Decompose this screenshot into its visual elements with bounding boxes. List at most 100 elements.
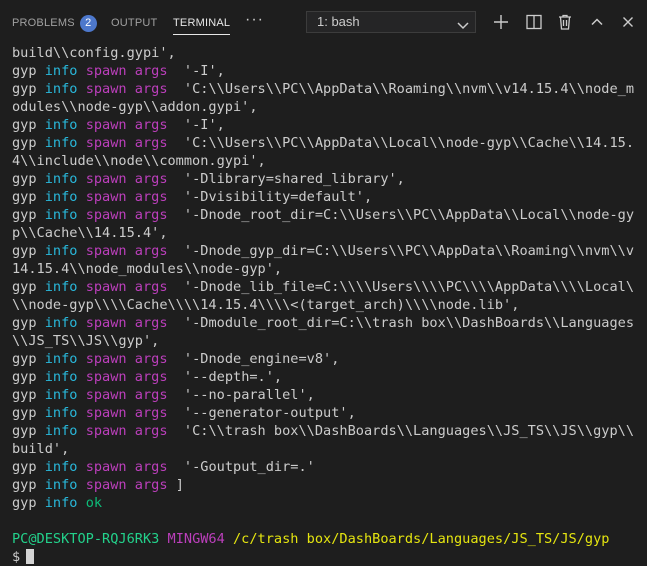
terminal-input-line[interactable]: $ xyxy=(12,548,642,566)
terminal-line: p\\Cache\\14.15.4', xyxy=(12,224,642,242)
split-terminal-button[interactable] xyxy=(525,13,543,31)
terminal-line: gyp info spawn args '-Dnode_lib_file=C:\… xyxy=(12,278,642,296)
trash-icon xyxy=(559,14,571,30)
more-actions-button[interactable]: ··· xyxy=(245,11,264,29)
gyp-token: gyp xyxy=(12,351,37,367)
gyp-token: gyp xyxy=(12,387,37,403)
spawn-arg-value: 'C:\\trash box\\DashBoards\\Languages\\J… xyxy=(167,423,635,439)
terminal-select-value: 1: bash xyxy=(317,14,360,29)
info-token: info xyxy=(44,207,78,223)
spawn-arg-value: '-Dlibrary=shared_library', xyxy=(167,171,405,187)
spawn-arg-value: '-Dnode_root_dir=C:\\Users\\PC\\AppData\… xyxy=(167,207,635,223)
spawn-arg-value: '-Dnode_gyp_dir=C:\\Users\\PC\\AppData\\… xyxy=(167,243,635,259)
info-token: info xyxy=(44,459,78,475)
terminal-line: gyp info spawn args '-Dnode_gyp_dir=C:\\… xyxy=(12,242,642,260)
plus-icon xyxy=(494,15,508,29)
spawn-arg-value: ] xyxy=(167,477,184,493)
prompt-user: PC@DESKTOP-RQJ6RK3 xyxy=(12,531,160,547)
spawn-args-token: spawn args xyxy=(85,351,168,367)
terminal-cursor xyxy=(26,549,35,564)
maximize-panel-button[interactable] xyxy=(588,13,606,31)
panel-header: PROBLEMS 2 OUTPUT TERMINAL ··· 1: bash xyxy=(0,0,647,44)
spawn-args-token: spawn args xyxy=(85,207,168,223)
info-token: info xyxy=(44,405,78,421)
gyp-token: gyp xyxy=(12,315,37,331)
prompt-symbol: $ xyxy=(12,549,21,565)
info-token: info xyxy=(44,135,78,151)
ok-token: ok xyxy=(85,495,103,511)
terminal-line: odules\\node-gyp\\addon.gypi', xyxy=(12,98,642,116)
gyp-token: gyp xyxy=(12,369,37,385)
gyp-token: gyp xyxy=(12,243,37,259)
info-token: info xyxy=(44,351,78,367)
spawn-args-token: spawn args xyxy=(85,315,168,331)
gyp-token: gyp xyxy=(12,81,37,97)
chevron-up-icon xyxy=(591,18,603,26)
terminal-line: gyp info spawn args '-Dmodule_root_dir=C… xyxy=(12,314,642,332)
tab-problems[interactable]: PROBLEMS 2 xyxy=(12,14,97,34)
spawn-args-token: spawn args xyxy=(85,189,168,205)
terminal-line: gyp info spawn args ] xyxy=(12,476,642,494)
terminal-line: gyp info ok xyxy=(12,494,642,512)
terminal-output[interactable]: build\\config.gypi', gyp info spawn args … xyxy=(12,44,642,566)
spawn-args-token: spawn args xyxy=(85,171,168,187)
info-token: info xyxy=(44,279,78,295)
spawn-args-token: spawn args xyxy=(85,63,168,79)
gyp-token: gyp xyxy=(12,171,37,187)
split-icon xyxy=(526,14,542,30)
info-token: info xyxy=(44,63,78,79)
spawn-arg-value: '--generator-output', xyxy=(167,405,356,421)
gyp-token: gyp xyxy=(12,495,37,511)
line-text: odules\\node-gyp\\addon.gypi', xyxy=(12,99,258,115)
line-text: build', xyxy=(12,441,70,457)
spawn-args-token: spawn args xyxy=(85,135,168,151)
tab-output[interactable]: OUTPUT xyxy=(111,14,157,34)
terminal-line: gyp info spawn args '--no-parallel', xyxy=(12,386,642,404)
info-token: info xyxy=(44,423,78,439)
terminal-select[interactable]: 1: bash xyxy=(306,11,476,33)
info-token: info xyxy=(44,387,78,403)
spawn-args-token: spawn args xyxy=(85,387,168,403)
more-icon: ··· xyxy=(245,11,264,28)
terminal-line: gyp info spawn args '-Dlibrary=shared_li… xyxy=(12,170,642,188)
terminal-line: build', xyxy=(12,440,642,458)
close-icon xyxy=(623,17,633,27)
gyp-token: gyp xyxy=(12,477,37,493)
spawn-arg-value: '--no-parallel', xyxy=(167,387,315,403)
new-terminal-button[interactable] xyxy=(492,13,510,31)
spawn-args-token: spawn args xyxy=(85,459,168,475)
spawn-arg-value: '-Dvisibility=default', xyxy=(167,189,373,205)
line-text: 14.15.4\\node_modules\\node-gyp', xyxy=(12,261,283,277)
gyp-token: gyp xyxy=(12,459,37,475)
kill-terminal-button[interactable] xyxy=(556,13,574,31)
terminal-line: build\\config.gypi', xyxy=(12,44,642,62)
info-token: info xyxy=(44,117,78,133)
spawn-arg-value: 'C:\\Users\\PC\\AppData\\Local\\node-gyp… xyxy=(167,135,635,151)
terminal-line: gyp info spawn args '-Goutput_dir=.' xyxy=(12,458,642,476)
gyp-token: gyp xyxy=(12,63,37,79)
terminal-line: gyp info spawn args '-I', xyxy=(12,116,642,134)
spawn-args-token: spawn args xyxy=(85,423,168,439)
spawn-args-token: spawn args xyxy=(85,477,168,493)
line-text: \\node-gyp\\\\Cache\\\\14.15.4\\\\<(targ… xyxy=(12,297,520,313)
spawn-args-token: spawn args xyxy=(85,369,168,385)
info-token: info xyxy=(44,315,78,331)
info-token: info xyxy=(44,171,78,187)
spawn-arg-value: '-Dnode_lib_file=C:\\\\Users\\\\PC\\\\Ap… xyxy=(167,279,635,295)
gyp-token: gyp xyxy=(12,279,37,295)
spawn-args-token: spawn args xyxy=(85,279,168,295)
terminal-line: gyp info spawn args 'C:\\Users\\PC\\AppD… xyxy=(12,134,642,152)
info-token: info xyxy=(44,243,78,259)
terminal-line: gyp info spawn args 'C:\\trash box\\Dash… xyxy=(12,422,642,440)
spawn-args-token: spawn args xyxy=(85,117,168,133)
gyp-token: gyp xyxy=(12,117,37,133)
problems-count-badge: 2 xyxy=(79,14,97,32)
gyp-token: gyp xyxy=(12,189,37,205)
tab-output-label: OUTPUT xyxy=(111,17,158,29)
close-panel-button[interactable] xyxy=(619,13,637,31)
gyp-token: gyp xyxy=(12,405,37,421)
spawn-arg-value: '-Goutput_dir=.' xyxy=(167,459,315,475)
line-text: build\\config.gypi', xyxy=(12,45,176,61)
tab-terminal[interactable]: TERMINAL xyxy=(173,14,231,35)
